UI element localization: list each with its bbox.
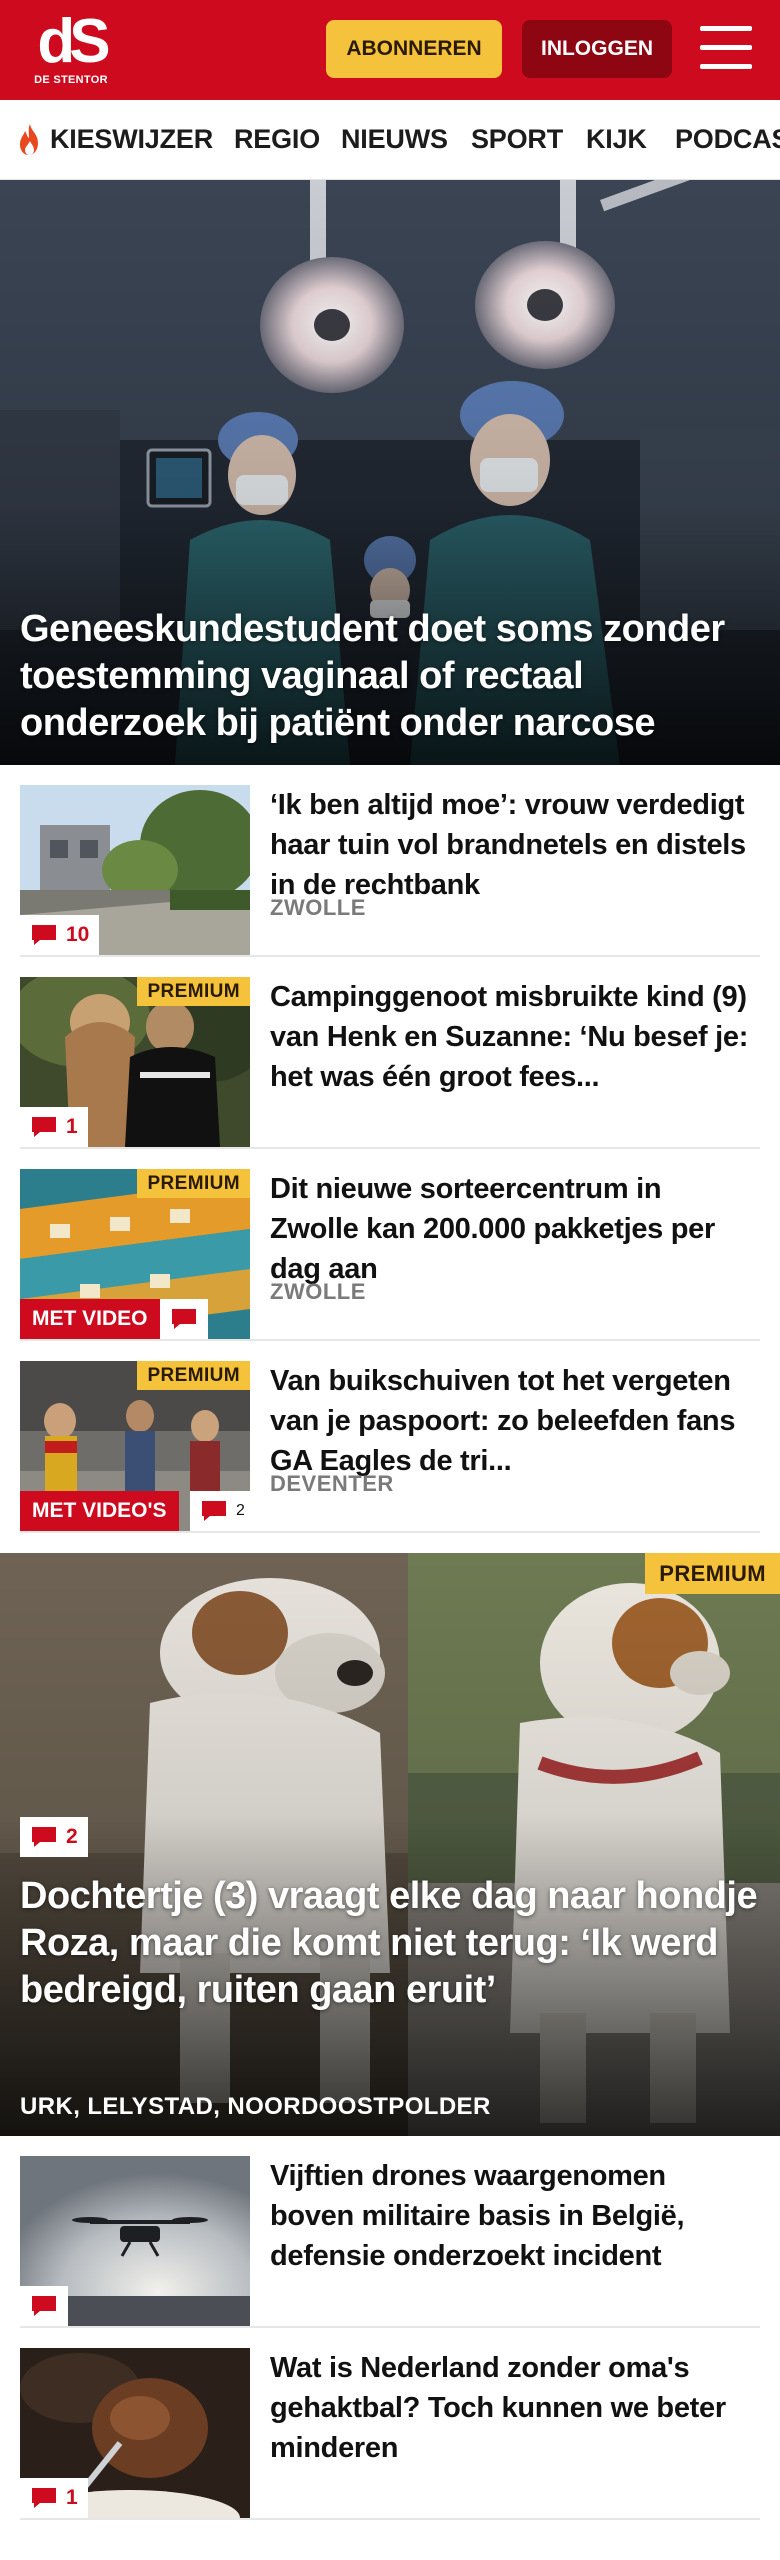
feature-article[interactable]: PREMIUM 2 Dochtertje (3) vraagt elke dag… <box>0 1553 780 2136</box>
comment-count-badge: 1 <box>20 1107 88 1147</box>
article-title[interactable]: ‘Ik ben altijd moe’: vrouw verdedigt haa… <box>270 785 755 905</box>
comment-badge <box>20 2286 68 2326</box>
logo-mark: dS <box>37 7 110 76</box>
article-title[interactable]: Wat is Nederland zonder oma's gehaktbal?… <box>270 2348 755 2468</box>
article-thumbnail[interactable]: PREMIUM MET VIDEO'S 2 <box>20 1361 250 1531</box>
article-thumbnail[interactable]: 1 <box>20 2348 250 2518</box>
comment-icon <box>172 1309 196 1329</box>
nav-item-podcast[interactable]: PODCAS <box>675 124 780 155</box>
video-badge: MET VIDEO <box>20 1299 160 1339</box>
feature-title[interactable]: Dochtertje (3) vraagt elke dag naar hond… <box>20 1873 760 2014</box>
comment-icon <box>202 1501 226 1521</box>
feature-location: URK, LELYSTAD, NOORDOOSTPOLDER <box>20 2093 491 2120</box>
nav-item-kieswijzer[interactable]: KIESWIJZER <box>50 124 213 155</box>
article-location: ZWOLLE <box>270 1279 366 1304</box>
article-location: ZWOLLE <box>270 895 366 920</box>
comment-count: 2 <box>66 1825 78 1848</box>
premium-badge: PREMIUM <box>137 1361 250 1390</box>
list-item[interactable]: 10 ‘Ik ben altijd moe’: vrouw verdedigt … <box>20 765 760 957</box>
comment-icon <box>32 925 56 945</box>
subscribe-button[interactable]: ABONNEREN <box>326 20 502 78</box>
comment-count: 1 <box>66 1115 78 1138</box>
nav-item-regio[interactable]: REGIO <box>234 124 320 155</box>
article-title[interactable]: Van buikschuiven tot het vergeten van je… <box>270 1361 755 1481</box>
article-title[interactable]: Campinggenoot misbruikte kind (9) van He… <box>270 977 755 1097</box>
feature-image <box>0 1553 780 2136</box>
comment-badge <box>160 1299 208 1339</box>
comment-icon <box>32 2296 56 2316</box>
premium-badge: PREMIUM <box>137 977 250 1006</box>
comment-count-badge: 2 <box>190 1491 250 1531</box>
list-item[interactable]: 1 Wat is Nederland zonder oma's gehaktba… <box>20 2328 760 2520</box>
site-header: dS DE STENTOR ABONNEREN INLOGGEN <box>0 0 780 100</box>
nav-item-kijk[interactable]: KIJK <box>586 124 647 155</box>
comment-count-badge: 1 <box>20 2478 88 2518</box>
main-nav: KIESWIJZER REGIO NIEUWS SPORT KIJK PODCA… <box>0 100 780 180</box>
article-title[interactable]: Dit nieuwe sorteercentrum in Zwolle kan … <box>270 1169 755 1289</box>
comment-count: 10 <box>66 923 90 946</box>
article-thumbnail[interactable]: PREMIUM 1 <box>20 977 250 1147</box>
comment-count: 2 <box>236 1502 245 1519</box>
login-button[interactable]: INLOGGEN <box>522 20 672 78</box>
comment-count: 1 <box>66 2486 78 2509</box>
hero-title[interactable]: Geneeskundestudent doet soms zonder toes… <box>20 606 760 747</box>
logo-subtitle: DE STENTOR <box>34 74 108 86</box>
list-item[interactable]: PREMIUM 1 Campinggenoot misbruikte kind … <box>20 957 760 1149</box>
article-thumbnail[interactable] <box>20 2156 250 2326</box>
premium-badge: PREMIUM <box>645 1553 780 1594</box>
flame-icon <box>20 124 38 155</box>
comment-icon <box>32 1827 56 1847</box>
comment-count-badge: 2 <box>20 1817 88 1857</box>
hero-article[interactable]: Geneeskundestudent doet soms zonder toes… <box>0 180 780 765</box>
hamburger-menu-icon[interactable] <box>700 24 752 72</box>
list-item[interactable]: PREMIUM MET VIDEO'S 2 Van buikschuiven t… <box>20 1341 760 1533</box>
site-logo[interactable]: dS DE STENTOR <box>28 7 114 92</box>
article-location: DEVENTER <box>270 1471 394 1496</box>
nav-item-nieuws[interactable]: NIEUWS <box>341 124 448 155</box>
video-badge: MET VIDEO'S <box>20 1491 179 1531</box>
comment-count-badge: 10 <box>20 915 100 955</box>
comment-icon <box>32 2488 56 2508</box>
article-thumbnail[interactable]: PREMIUM MET VIDEO <box>20 1169 250 1339</box>
article-thumbnail[interactable]: 10 <box>20 785 250 955</box>
comment-icon <box>32 1117 56 1137</box>
article-title[interactable]: Vijftien drones waargenomen boven milita… <box>270 2156 755 2276</box>
premium-badge: PREMIUM <box>137 1169 250 1198</box>
nav-item-sport[interactable]: SPORT <box>471 124 563 155</box>
list-item[interactable]: PREMIUM MET VIDEO Dit nieuwe sorteercent… <box>20 1149 760 1341</box>
list-item[interactable]: Vijftien drones waargenomen boven milita… <box>20 2136 760 2328</box>
